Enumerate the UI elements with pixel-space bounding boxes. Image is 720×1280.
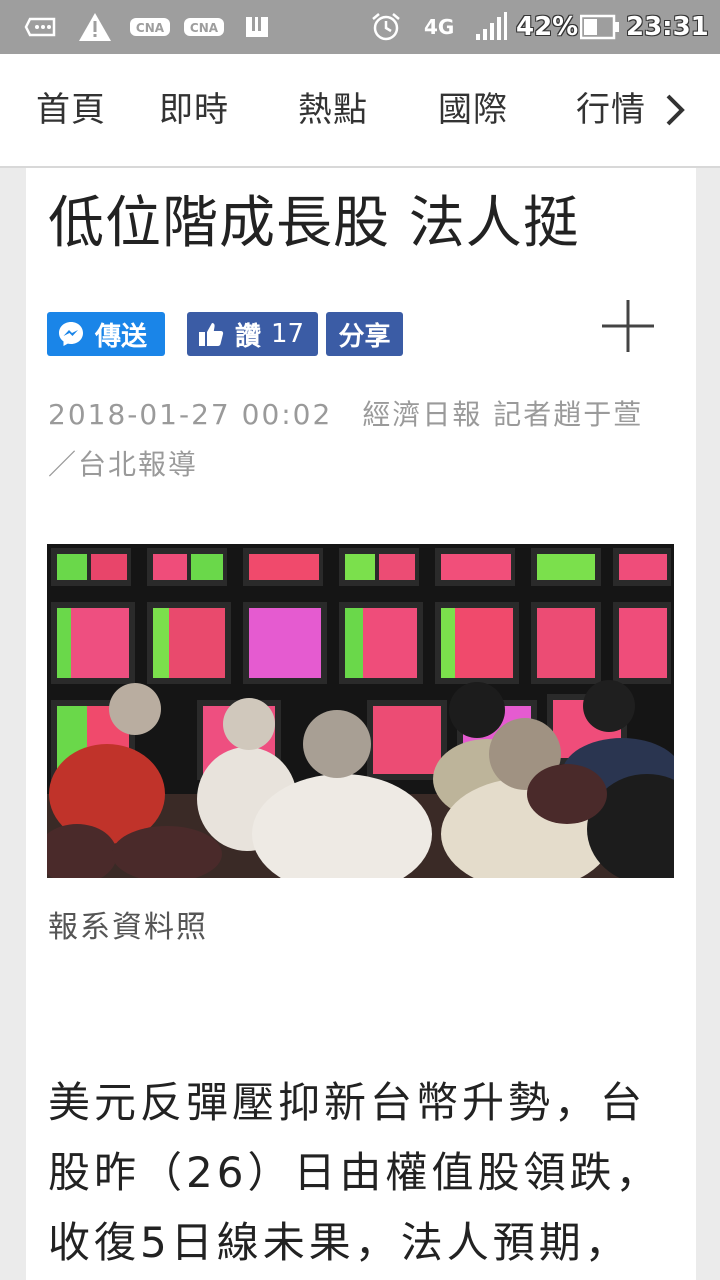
bookmark-icon: [244, 0, 270, 54]
facebook-like-button[interactable]: 讚 17: [187, 312, 318, 356]
messenger-send-button[interactable]: 傳送: [47, 312, 165, 356]
article-meta: 2018-01-27 00:02 經濟日報 記者趙于萱／台北報導: [48, 398, 644, 481]
sms-icon: [24, 0, 58, 54]
facebook-share-button[interactable]: 分享: [326, 312, 403, 356]
like-label: 讚: [235, 321, 262, 352]
battery-icon: [580, 0, 620, 54]
send-label: 傳送: [95, 321, 148, 352]
messenger-icon: [57, 320, 85, 348]
article-body: 美元反彈壓抑新台幣升勢，台股昨（26）日由權值股領跌，收復5日線未果，法人預期，: [48, 1078, 662, 1267]
cna-icon: CNA: [184, 0, 224, 54]
like-count: 17: [271, 319, 305, 349]
nav-item-market[interactable]: 行情: [576, 54, 646, 166]
article-card: 低位階成長股 法人挺 傳送 讚 17 分享 2018-01-27 00:02 經…: [26, 168, 696, 1280]
svg-text:CNA: CNA: [136, 21, 165, 35]
signal-icon: [474, 0, 508, 54]
plus-icon[interactable]: [600, 298, 656, 354]
category-nav: 首頁 即時 熱點 國際 行情: [0, 54, 720, 168]
svg-text:CNA: CNA: [190, 21, 219, 35]
warning-icon: [78, 0, 112, 54]
article-photo: [47, 544, 674, 878]
nav-item-realtime[interactable]: 即時: [159, 54, 229, 166]
share-label: 分享: [338, 321, 391, 352]
clock: 23:31: [626, 12, 709, 42]
article-title: 低位階成長股 法人挺: [48, 191, 580, 256]
nav-item-home[interactable]: 首頁: [36, 54, 106, 166]
battery-percent: 42%: [516, 12, 579, 42]
nav-item-international[interactable]: 國際: [438, 54, 508, 166]
status-bar: CNA CNA 4G 42% 23:31: [0, 0, 720, 54]
alarm-icon: [370, 0, 402, 54]
nav-item-hot[interactable]: 熱點: [298, 54, 368, 166]
image-caption: 報系資料照: [48, 910, 208, 945]
chevron-right-icon[interactable]: [660, 90, 690, 130]
network-type: 4G: [424, 15, 455, 39]
thumbs-up-icon: [197, 320, 225, 348]
cna-icon: CNA: [130, 0, 170, 54]
